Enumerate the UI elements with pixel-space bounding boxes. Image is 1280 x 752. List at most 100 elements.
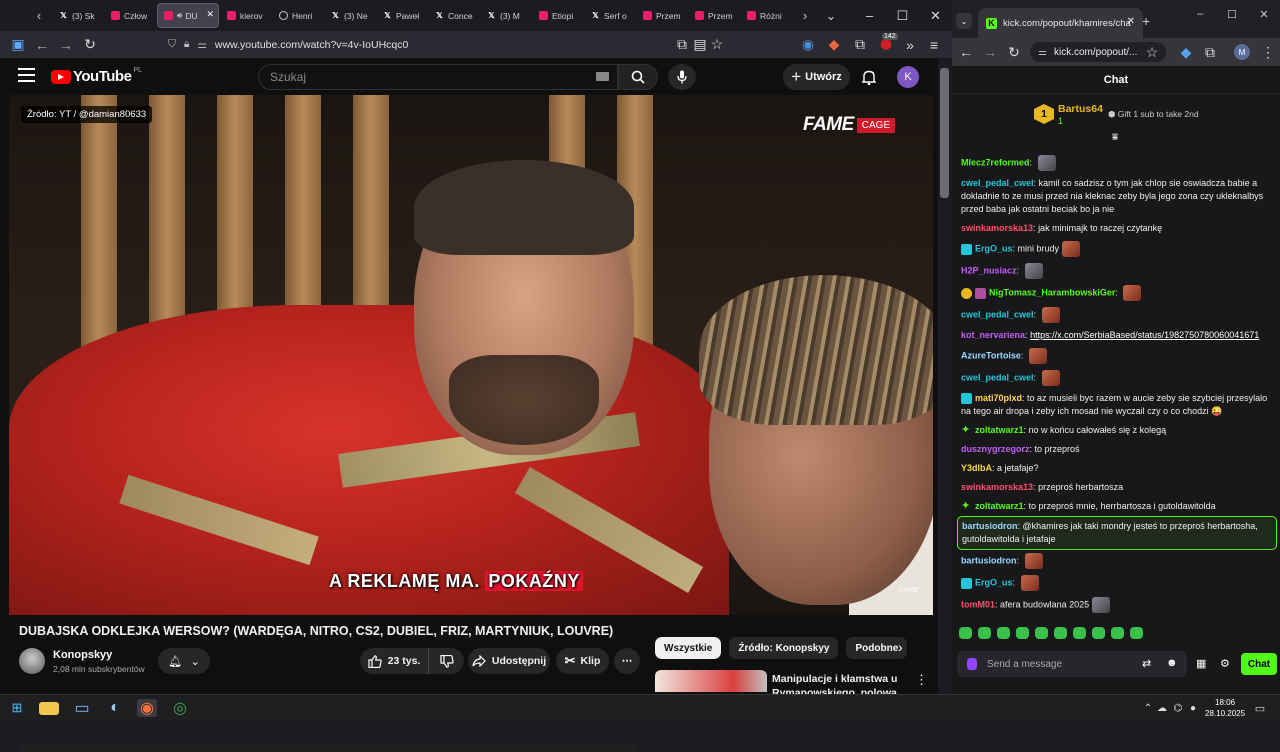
maximize-icon[interactable]: ☐ — [886, 0, 919, 31]
settings-gear-icon[interactable]: ⚙ — [1220, 657, 1230, 670]
search-input[interactable]: Szukaj — [258, 64, 618, 90]
search-button[interactable] — [618, 64, 658, 90]
speaker-icon[interactable]: 🔊︎ — [177, 10, 182, 21]
bookmark-star-icon[interactable]: ☆ — [1140, 40, 1164, 64]
dislike-button[interactable] — [428, 648, 464, 674]
chat-username[interactable]: cwel_pedal_cwel — [961, 178, 1034, 188]
chat-username[interactable]: kot_nervariena — [961, 330, 1025, 340]
channel-name[interactable]: Konopskyy — [53, 649, 112, 661]
firefox-tab[interactable]: Przem — [689, 3, 739, 28]
tab-search-icon[interactable]: ⌄ — [956, 13, 972, 29]
emote-icon[interactable] — [997, 627, 1010, 639]
subscription-notifications-button[interactable]: 🔔︎ ⌄ — [158, 648, 210, 674]
share-button[interactable]: Udostępnij — [468, 648, 550, 674]
notifications-bell-icon[interactable] — [858, 66, 880, 88]
collapse-banner-icon[interactable]: ⩸ — [1112, 132, 1118, 143]
firefox-taskbar-icon[interactable]: ◉ — [137, 699, 157, 717]
emote-icon[interactable] — [959, 627, 972, 639]
reload-icon[interactable]: ↻ — [1002, 40, 1026, 64]
emote-icon[interactable] — [1035, 627, 1048, 639]
chat-username[interactable]: swinkamorska13 — [961, 482, 1033, 492]
account-avatar[interactable]: K — [897, 66, 919, 88]
firefox-tab[interactable]: 𝕏 (3) Sk — [53, 3, 103, 28]
minimize-icon[interactable]: – — [1184, 8, 1216, 21]
chips-next-icon[interactable]: › — [898, 639, 903, 655]
chat-username[interactable]: tomM01 — [961, 599, 995, 609]
send-chat-button[interactable]: Chat — [1241, 653, 1277, 675]
emote-icon[interactable] — [1054, 627, 1067, 639]
computer-icon[interactable]: ▭ — [72, 699, 92, 717]
chat-username[interactable]: bartusiodron — [962, 521, 1018, 531]
create-button[interactable]: + Utwórz — [783, 64, 850, 90]
windows-start-icon[interactable]: ⊞ — [7, 699, 27, 717]
emote-icon[interactable] — [1016, 627, 1029, 639]
more-actions-button[interactable]: ⋯ — [614, 648, 640, 674]
emote-picker-icon[interactable]: ☻ — [1166, 657, 1178, 669]
emote-icon[interactable] — [978, 627, 991, 639]
firefox-tab[interactable]: Różni — [741, 3, 791, 28]
microphone-icon[interactable] — [967, 658, 977, 670]
chrome-taskbar-icon[interactable]: ◎ — [170, 699, 190, 717]
chat-username[interactable]: H2P_nusiacz — [961, 265, 1017, 275]
extensions-icon[interactable]: ⧉ — [848, 33, 872, 57]
file-explorer-icon[interactable] — [39, 702, 59, 715]
chat-username[interactable]: cwel_pedal_cwel — [961, 372, 1034, 382]
recommended-menu-icon[interactable]: ⋮ — [915, 672, 928, 688]
voice-search-button[interactable] — [668, 64, 696, 90]
keyboard-icon[interactable] — [596, 72, 609, 81]
firefox-tab[interactable]: Człow — [105, 3, 155, 28]
emote-icon[interactable] — [1073, 627, 1086, 639]
close-window-icon[interactable]: ✕ — [1248, 8, 1280, 21]
chat-username[interactable]: ErgO_us — [975, 243, 1013, 253]
url-bar[interactable]: ⛉ 🔒︎ ⚌ www.youtube.com/watch?v=4v-IoUHcq… — [168, 34, 728, 55]
scrollbar-thumb[interactable] — [940, 68, 949, 198]
filter-chip[interactable]: Źródło: Konopskyy — [729, 637, 839, 659]
chat-username[interactable]: ErgO_us — [975, 577, 1013, 587]
chat-username[interactable]: zoltatwarz1 — [975, 501, 1024, 511]
emote-icon[interactable] — [1092, 627, 1105, 639]
new-tab-icon[interactable]: + — [1142, 13, 1150, 29]
close-tab-icon[interactable]: ✕ — [1127, 16, 1135, 27]
firefox-tab[interactable]: 𝕏 Serf o — [585, 3, 635, 28]
chat-username[interactable]: dusznygrzegorz — [961, 444, 1030, 454]
extensions-puzzle-icon[interactable]: ⧉ — [1198, 40, 1222, 64]
translate-icon[interactable]: ⇄ — [1142, 657, 1151, 670]
extension-globe-icon[interactable]: ◉ — [796, 33, 820, 57]
tab-scroll-left-icon[interactable]: ‹ — [26, 0, 52, 31]
tab-scroll-right-icon[interactable]: › — [792, 0, 818, 31]
chrome-profile-avatar[interactable]: M — [1234, 44, 1250, 60]
sidebar-icon[interactable]: ▣ — [6, 33, 30, 57]
firefox-tab[interactable]: 𝕏 (3) M — [481, 3, 531, 28]
firefox-tab[interactable]: Przem — [637, 3, 687, 28]
chrome-menu-icon[interactable]: ⋮ — [1256, 40, 1280, 64]
clock[interactable]: 18:06 28.10.2025 — [1205, 697, 1245, 719]
like-button[interactable]: 23 tys. — [360, 648, 428, 674]
video-player[interactable]: Źródło: YT / @damian80633 FAME CAGE FAME… — [9, 95, 933, 615]
youtube-logo[interactable]: YouTube PL — [51, 67, 142, 85]
clip-button[interactable]: ✂ Klip — [556, 648, 609, 674]
channel-avatar[interactable] — [19, 648, 45, 674]
chat-username[interactable]: bartusiodron — [961, 555, 1017, 565]
bookmark-star-icon[interactable]: ☆ — [705, 33, 729, 57]
chat-username[interactable]: cwel_pedal_cwel — [961, 309, 1034, 319]
list-all-tabs-icon[interactable]: ⌄ — [818, 0, 844, 31]
ublock-icon[interactable]: ⬢ 142 — [874, 32, 898, 57]
minimize-icon[interactable]: – — [853, 0, 886, 31]
microphone-icon[interactable]: ● — [1183, 699, 1203, 717]
chrome-tab-kick[interactable]: K kick.com/popout/khamires/cha ✕ — [978, 8, 1143, 38]
notifications-icon[interactable]: ▭ — [1250, 699, 1270, 717]
guide-menu-icon[interactable] — [18, 68, 35, 82]
chat-username[interactable]: swinkamorska13 — [961, 223, 1033, 233]
firefox-tab[interactable]: 𝕏 Conce — [429, 3, 479, 28]
forward-icon[interactable]: → — [54, 33, 78, 57]
overflow-menu-icon[interactable]: » — [898, 33, 922, 57]
chat-username[interactable]: NigTomasz_HarambowskiGer — [989, 287, 1115, 297]
chat-link[interactable]: https://x.com/SerbiaBased/status/1982750… — [1030, 330, 1259, 340]
recommended-thumbnail[interactable] — [655, 670, 767, 692]
extension-fox-icon[interactable]: ◆ — [822, 33, 846, 57]
pinned-username[interactable]: Bartus64 — [1058, 103, 1103, 115]
close-window-icon[interactable]: ✕ — [919, 0, 952, 31]
chat-username[interactable]: Mlecz7reformed — [961, 157, 1030, 167]
chat-username[interactable]: mati70plxd — [975, 393, 1022, 403]
back-icon[interactable]: ← — [954, 40, 978, 64]
